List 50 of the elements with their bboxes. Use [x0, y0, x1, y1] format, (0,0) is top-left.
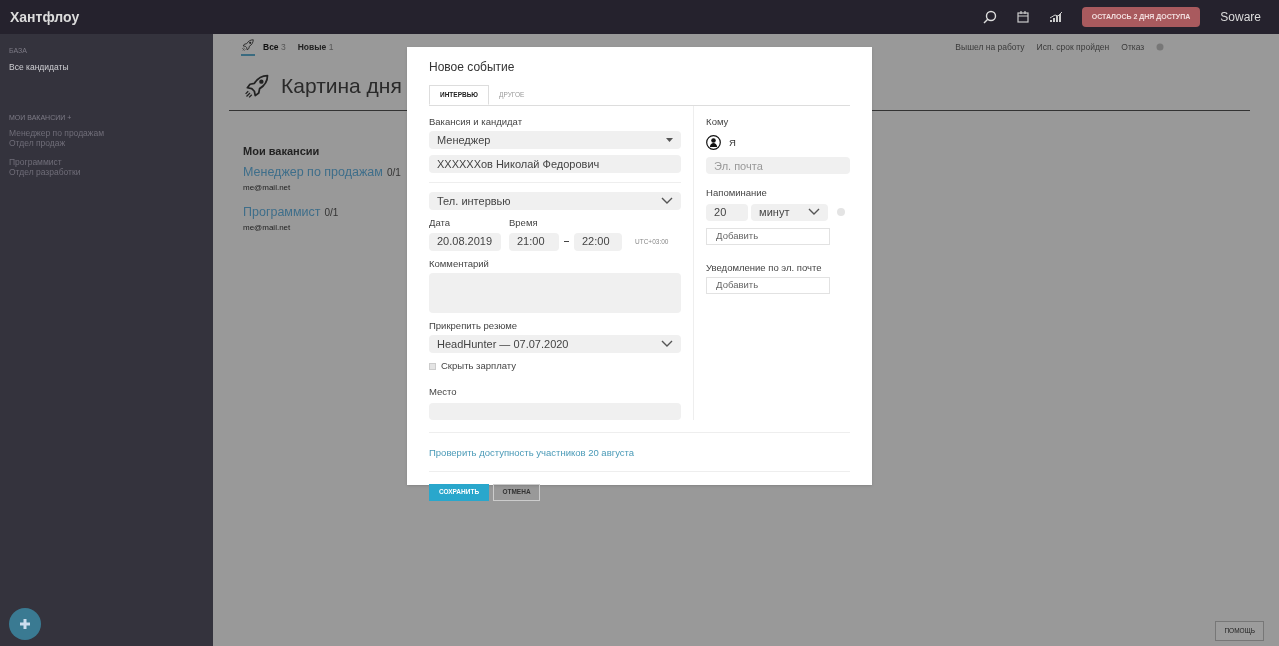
- vacancy-email: me@mail.net: [243, 181, 291, 194]
- field-label: Вакансия и кандидат: [429, 115, 523, 129]
- vacancy-email: me@mail.net: [243, 221, 291, 234]
- status-tab[interactable]: Новые 1: [297, 40, 334, 54]
- event-type-select[interactable]: Тел. интервью: [429, 192, 682, 211]
- chevron-down-icon: [661, 340, 674, 348]
- checkbox[interactable]: [429, 362, 436, 370]
- rocket-icon: [241, 38, 255, 52]
- app-logo[interactable]: Хантфлоу: [10, 6, 80, 28]
- field-label: Напоминание: [706, 186, 768, 201]
- status-tab[interactable]: Вышел на работу: [955, 40, 1025, 54]
- checkbox-label: Скрыть зарплату: [441, 359, 516, 373]
- calendar-icon[interactable]: [1016, 11, 1029, 23]
- date-field[interactable]: 20.08.2019: [429, 232, 501, 251]
- resume-select[interactable]: HeadHunter — 07.07.2020: [429, 335, 682, 353]
- candidate-field[interactable]: ХХХХХХов Николай Федорович: [429, 155, 682, 174]
- field-label: Уведомление по эл. почте: [706, 260, 823, 275]
- user-icon: [706, 135, 722, 151]
- time-field[interactable]: 21:00: [509, 232, 559, 251]
- chevron-down-icon: [661, 197, 674, 206]
- dialog-title: Новое событие: [429, 59, 516, 76]
- field-label: Комментарий: [429, 256, 490, 271]
- chart-icon[interactable]: [1048, 11, 1062, 23]
- vacancy-select[interactable]: Менеджер: [429, 131, 682, 150]
- add-button[interactable]: [9, 608, 41, 640]
- section-title: Мои вакансии: [243, 143, 320, 159]
- add-reminder-field[interactable]: Добавить: [706, 227, 831, 245]
- plus-icon: [19, 618, 31, 630]
- caret-icon: [666, 138, 674, 143]
- check-availability-link[interactable]: Проверить доступность участников 20 августа: [429, 446, 635, 458]
- field-label: Прикрепить резюме: [429, 318, 519, 333]
- status-tab[interactable]: Отказ: [1121, 40, 1145, 54]
- search-icon[interactable]: [982, 10, 997, 24]
- add-notification-field[interactable]: Добавить: [706, 276, 831, 294]
- field-label: Место: [429, 385, 458, 400]
- vacancy-count: 0/1: [324, 205, 339, 220]
- reminder-value-field[interactable]: 20: [706, 203, 749, 221]
- remove-icon[interactable]: [837, 208, 846, 216]
- time-field[interactable]: 22:00: [574, 232, 622, 251]
- sidebar-item[interactable]: Все кандидаты: [9, 61, 204, 72]
- account-name[interactable]: Soware: [1220, 8, 1261, 26]
- chevron-down-icon: [808, 208, 821, 216]
- page-title: Картина дня: [281, 73, 402, 99]
- field-label: Время: [509, 216, 539, 231]
- reminder-unit-select[interactable]: минут: [751, 203, 829, 221]
- field-label: Кому: [706, 115, 730, 129]
- status-tab[interactable]: Исп. срок пройден: [1036, 40, 1110, 54]
- vacancy-count: 0/1: [386, 166, 401, 180]
- recipient-name: Я: [729, 135, 736, 150]
- field-label: Дата: [429, 216, 452, 231]
